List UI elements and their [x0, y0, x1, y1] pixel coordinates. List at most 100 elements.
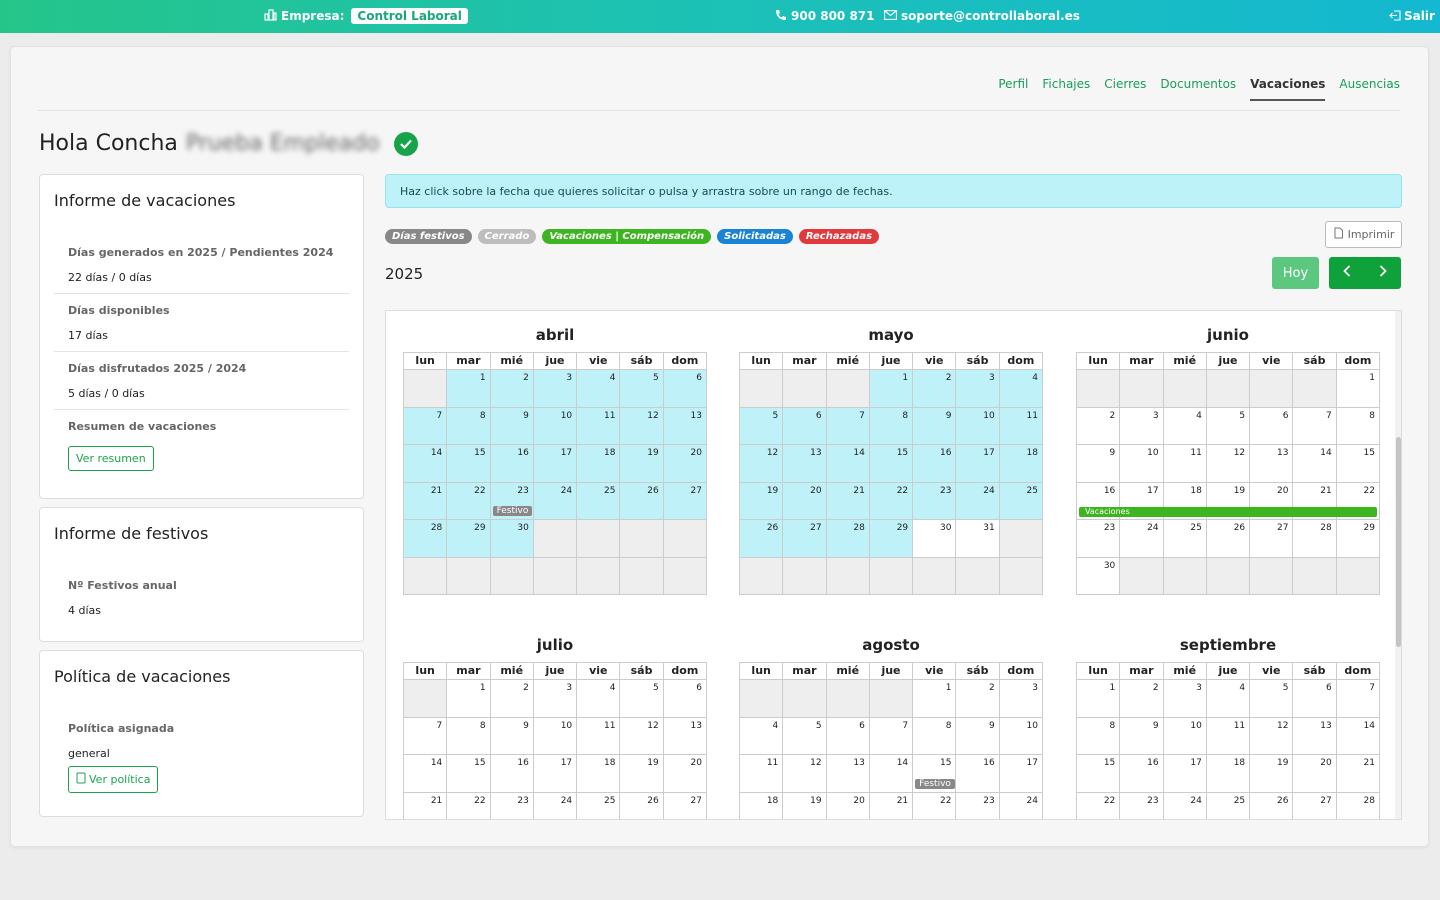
day-cell[interactable]: 26: [620, 482, 664, 520]
day-cell[interactable]: 18: [740, 792, 784, 819]
day-cell[interactable]: 14: [826, 445, 870, 483]
day-cell[interactable]: 12: [1250, 717, 1294, 755]
day-cell[interactable]: 9: [490, 407, 534, 445]
company-name-badge[interactable]: Control Laboral: [351, 8, 468, 24]
day-cell[interactable]: 19: [783, 792, 827, 819]
day-cell[interactable]: 5: [620, 680, 664, 718]
day-cell[interactable]: 2: [490, 680, 534, 718]
day-cell[interactable]: 22: [869, 482, 914, 520]
day-cell[interactable]: 15: [447, 755, 491, 793]
day-cell[interactable]: 23: [956, 792, 1000, 819]
day-cell[interactable]: 20: [827, 792, 870, 819]
day-cell[interactable]: 4: [1206, 680, 1251, 718]
view-summary-button[interactable]: Ver resumen: [68, 446, 154, 471]
day-cell[interactable]: 11: [740, 755, 784, 793]
day-cell[interactable]: 16: [956, 755, 1000, 793]
vacation-range-bar[interactable]: Vacaciones: [1079, 506, 1377, 517]
day-cell[interactable]: 4: [577, 680, 621, 718]
day-cell[interactable]: 28: [1293, 520, 1337, 558]
view-policy-button[interactable]: Ver política: [68, 766, 159, 793]
day-cell[interactable]: 19: [620, 755, 664, 793]
day-cell[interactable]: 3: [533, 370, 578, 408]
day-cell[interactable]: 23: [1120, 792, 1164, 819]
day-cell[interactable]: 6: [783, 407, 827, 445]
day-cell[interactable]: 28: [826, 520, 870, 558]
day-cell[interactable]: 5: [620, 370, 664, 408]
day-cell[interactable]: 6: [826, 717, 870, 755]
day-cell[interactable]: 30: [1077, 557, 1121, 595]
day-cell[interactable]: 19: [620, 445, 664, 483]
day-cell[interactable]: 7: [869, 717, 914, 755]
email-contact[interactable]: soporte@controllaboral.es: [884, 9, 1080, 23]
day-cell[interactable]: 24: [1120, 520, 1164, 558]
day-cell[interactable]: 15: [447, 445, 491, 483]
day-cell[interactable]: 1: [913, 680, 957, 718]
day-cell[interactable]: 25: [577, 482, 621, 520]
day-cell[interactable]: 27: [1250, 520, 1294, 558]
day-cell[interactable]: 22: [447, 482, 491, 520]
day-cell[interactable]: 4: [577, 370, 621, 408]
day-cell[interactable]: 27: [664, 792, 707, 819]
day-cell[interactable]: 15: [1336, 445, 1380, 483]
day-cell[interactable]: 17: [533, 755, 578, 793]
day-cell[interactable]: 9: [1120, 717, 1164, 755]
day-cell[interactable]: 9: [1077, 445, 1121, 483]
day-cell[interactable]: 31: [956, 520, 1000, 558]
day-cell[interactable]: 5: [783, 717, 827, 755]
nav-cierres[interactable]: Cierres: [1104, 77, 1146, 101]
day-cell[interactable]: 27: [783, 520, 827, 558]
next-button[interactable]: [1365, 257, 1401, 289]
day-cell[interactable]: 18: [577, 445, 621, 483]
day-cell[interactable]: 1: [447, 370, 491, 408]
day-cell[interactable]: 15 Festivo: [913, 755, 957, 793]
day-cell[interactable]: 16: [1120, 755, 1164, 793]
day-cell[interactable]: 11: [1206, 717, 1251, 755]
day-cell[interactable]: 21: [1336, 755, 1380, 793]
day-cell[interactable]: 9: [956, 717, 1000, 755]
day-cell[interactable]: 4: [740, 717, 784, 755]
day-cell[interactable]: 10: [999, 717, 1043, 755]
day-cell[interactable]: 28: [404, 520, 448, 558]
day-cell[interactable]: 7: [404, 717, 448, 755]
day-cell[interactable]: 19: [740, 482, 784, 520]
day-cell[interactable]: 1: [869, 370, 914, 408]
day-cell[interactable]: 12: [740, 445, 784, 483]
day-cell[interactable]: 13: [663, 717, 707, 755]
day-cell[interactable]: 14: [1293, 445, 1337, 483]
day-cell[interactable]: 20: [1293, 755, 1337, 793]
day-cell[interactable]: 18: [1206, 755, 1251, 793]
day-cell[interactable]: 6: [663, 680, 707, 718]
day-cell[interactable]: 30: [490, 520, 534, 558]
day-cell[interactable]: 26: [740, 520, 784, 558]
day-cell[interactable]: 7: [1336, 680, 1380, 718]
day-cell[interactable]: 2: [913, 370, 957, 408]
day-cell[interactable]: 2: [1077, 407, 1121, 445]
day-cell[interactable]: 2: [1120, 680, 1164, 718]
day-cell[interactable]: 3: [1120, 407, 1164, 445]
day-cell[interactable]: 23: [491, 792, 534, 819]
day-cell[interactable]: 24: [1000, 792, 1043, 819]
today-button[interactable]: Hoy: [1272, 257, 1319, 289]
day-cell[interactable]: 12: [1206, 445, 1251, 483]
day-cell[interactable]: 10: [533, 717, 578, 755]
day-cell[interactable]: 15: [1077, 755, 1121, 793]
nav-fichajes[interactable]: Fichajes: [1042, 77, 1090, 101]
day-cell[interactable]: 11: [577, 717, 621, 755]
day-cell[interactable]: 1: [1336, 370, 1380, 408]
day-cell[interactable]: 10: [1120, 445, 1164, 483]
day-cell[interactable]: 8: [1077, 717, 1121, 755]
scrollbar-thumb[interactable]: [1396, 437, 1401, 647]
print-button[interactable]: Imprimir: [1325, 221, 1402, 248]
day-cell[interactable]: 23 Festivo: [490, 482, 534, 520]
day-cell[interactable]: 11: [577, 407, 621, 445]
day-cell[interactable]: 13: [1293, 717, 1337, 755]
day-cell[interactable]: 26: [620, 792, 664, 819]
day-cell[interactable]: 7: [1293, 407, 1337, 445]
day-cell[interactable]: 25: [577, 792, 621, 819]
nav-documentos[interactable]: Documentos: [1160, 77, 1236, 101]
day-cell[interactable]: 22: [1077, 792, 1121, 819]
day-cell[interactable]: 11: [1163, 445, 1207, 483]
day-cell[interactable]: 16: [913, 445, 957, 483]
day-cell[interactable]: 12: [620, 407, 664, 445]
day-cell[interactable]: 22: [913, 792, 957, 819]
